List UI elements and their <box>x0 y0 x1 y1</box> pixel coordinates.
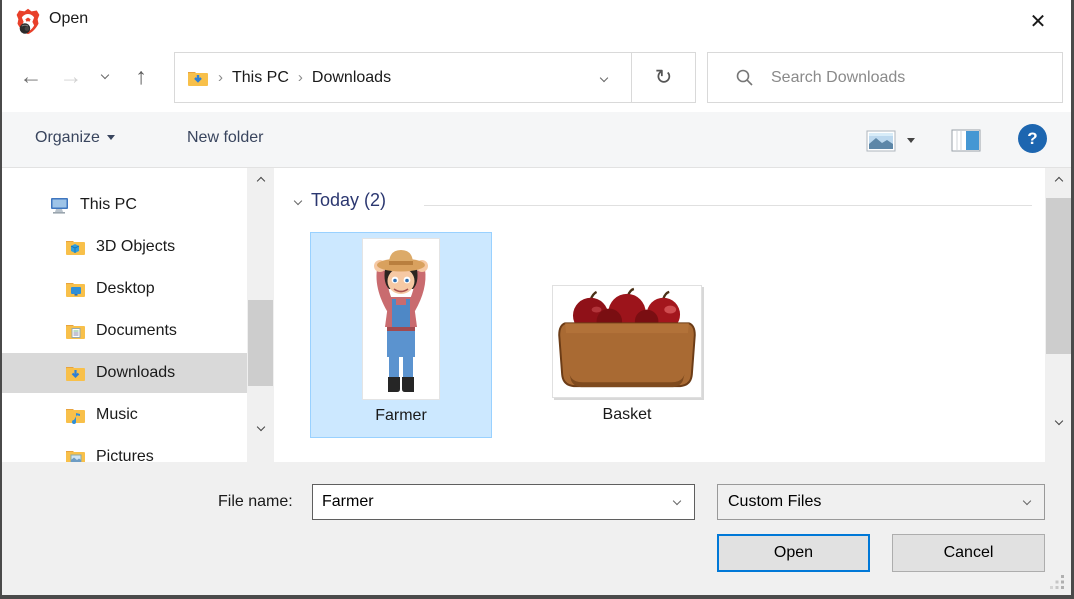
window-title: Open <box>49 10 89 27</box>
file-name-combobox[interactable] <box>312 484 695 520</box>
group-title: Today (2) <box>311 190 387 210</box>
group-divider <box>424 205 1032 206</box>
brave-icon <box>16 8 40 35</box>
address-dropdown-chevron-icon[interactable] <box>599 73 609 83</box>
file-name-label: File name: <box>218 493 293 510</box>
pictures-folder-icon <box>64 449 86 462</box>
sidebar-item-this-pc[interactable]: This PC <box>2 185 247 225</box>
file-name-input[interactable] <box>322 493 652 511</box>
file-item-farmer[interactable]: Farmer <box>310 232 492 438</box>
refresh-button[interactable]: ↻ <box>632 52 696 103</box>
forward-button-disabled[interactable]: → <box>54 58 88 94</box>
search-box[interactable] <box>707 52 1063 103</box>
open-button[interactable]: Open <box>717 534 870 572</box>
farmer-thumbnail <box>363 239 439 399</box>
basket-thumbnail <box>552 285 702 398</box>
file-name-basket: Basket <box>602 406 652 423</box>
sidebar-item-downloads[interactable]: Downloads <box>2 353 247 393</box>
open-file-dialog: Open ✕ ← → ↑ › This PC › Downloads ↻ Sea… <box>0 0 1074 599</box>
sidebar-scrollbar-thumb[interactable] <box>248 300 273 386</box>
documents-folder-icon <box>64 323 86 340</box>
command-toolbar: Organize New folder ? <box>2 112 1071 168</box>
file-item-basket[interactable]: Basket <box>532 232 722 438</box>
scroll-up-icon[interactable] <box>247 172 274 190</box>
resize-grip[interactable] <box>1050 575 1065 590</box>
breadcrumb-this-pc[interactable]: This PC <box>232 69 289 87</box>
help-button[interactable]: ? <box>1018 124 1047 153</box>
back-button[interactable]: ← <box>14 58 48 94</box>
group-header-today[interactable]: Today (2) <box>293 190 387 211</box>
scroll-up-icon[interactable] <box>1045 172 1071 190</box>
3d-objects-folder-icon <box>64 239 86 256</box>
sidebar-item-pictures[interactable]: Pictures <box>2 437 247 462</box>
file-list-scrollbar-thumb[interactable] <box>1046 198 1071 354</box>
music-folder-icon <box>64 407 86 424</box>
file-type-select[interactable]: Custom Files <box>717 484 1045 520</box>
file-list-scrollbar[interactable] <box>1045 168 1071 462</box>
navigation-pane: This PC 3D Objects Desktop Documents Dow… <box>2 168 247 462</box>
organize-dropdown-caret-icon <box>106 135 115 141</box>
search-input[interactable] <box>771 68 1021 87</box>
file-name-farmer: Farmer <box>375 407 427 424</box>
file-name-dropdown-chevron-icon[interactable] <box>672 496 682 506</box>
breadcrumb-separator: › <box>218 69 223 86</box>
sidebar-item-3d-objects[interactable]: 3D Objects <box>2 227 247 267</box>
sidebar-item-music[interactable]: Music <box>2 395 247 435</box>
breadcrumb-downloads[interactable]: Downloads <box>312 69 391 87</box>
title-bar: Open ✕ <box>2 0 1071 44</box>
view-mode-icon[interactable] <box>866 130 896 152</box>
downloads-folder-icon <box>188 71 208 86</box>
view-mode-caret-icon[interactable] <box>907 138 915 143</box>
preview-pane-icon[interactable] <box>951 129 981 152</box>
scroll-down-icon[interactable] <box>247 418 274 436</box>
desktop-folder-icon <box>64 281 86 298</box>
sidebar-item-desktop[interactable]: Desktop <box>2 269 247 309</box>
address-bar[interactable]: › This PC › Downloads <box>174 52 632 103</box>
navigation-bar: ← → ↑ › This PC › Downloads ↻ <box>2 44 1071 112</box>
sidebar-scrollbar[interactable] <box>247 168 274 462</box>
sidebar-item-documents[interactable]: Documents <box>2 311 247 351</box>
file-list: Today (2) Farmer Basket <box>282 168 1045 462</box>
this-pc-icon <box>48 196 70 214</box>
downloads-folder-icon <box>64 365 86 382</box>
organize-button[interactable]: Organize <box>35 129 115 147</box>
cancel-button[interactable]: Cancel <box>892 534 1045 572</box>
search-icon <box>736 69 753 86</box>
dialog-content: This PC 3D Objects Desktop Documents Dow… <box>2 168 1071 462</box>
scroll-down-icon[interactable] <box>1045 412 1071 430</box>
file-type-value: Custom Files <box>728 493 822 510</box>
close-button[interactable]: ✕ <box>1023 6 1053 36</box>
breadcrumb-separator: › <box>297 69 303 86</box>
dialog-footer: File name: Custom Files Open Cancel <box>2 462 1071 595</box>
group-collapse-chevron-icon[interactable] <box>293 196 303 205</box>
new-folder-button[interactable]: New folder <box>187 129 263 147</box>
recent-locations-chevron-icon[interactable] <box>100 70 110 80</box>
file-type-dropdown-chevron-icon <box>1022 496 1032 506</box>
up-button[interactable]: ↑ <box>124 58 158 94</box>
